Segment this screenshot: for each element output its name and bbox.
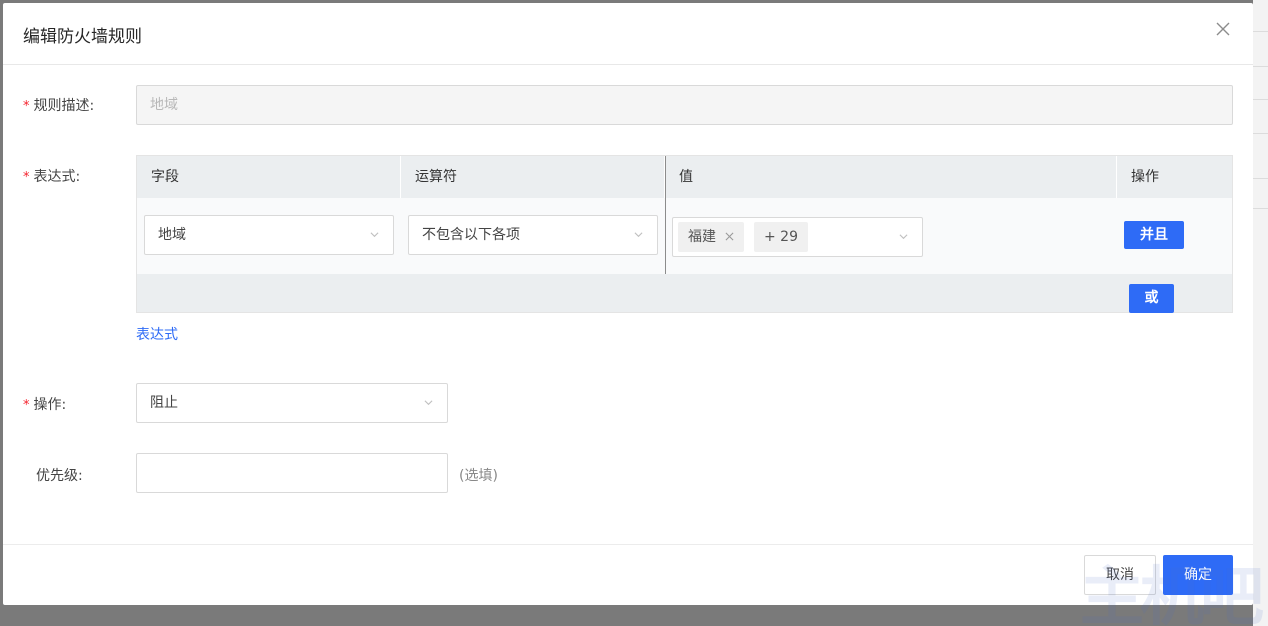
and-button[interactable]: 并且: [1124, 221, 1184, 249]
column-header-field: 字段: [137, 156, 401, 198]
expression-table: 字段 运算符 值 操作 地域 不包含以下各项 福建 + 29 并且 或: [136, 155, 1233, 313]
description-input[interactable]: 地域: [136, 85, 1233, 125]
close-button[interactable]: [1213, 19, 1233, 39]
required-mark: *: [23, 99, 30, 114]
cancel-button[interactable]: 取消: [1084, 555, 1156, 595]
value-tag-label: 福建: [688, 229, 716, 245]
priority-optional-hint: (选填): [459, 468, 498, 484]
expression-label: * 表达式:: [23, 166, 80, 186]
field-select-value: 地域: [158, 227, 186, 243]
priority-input[interactable]: [136, 453, 448, 493]
value-more-tag: + 29: [754, 222, 808, 252]
expression-row: 地域 不包含以下各项 福建 + 29 并且: [137, 198, 1232, 274]
action-label-text: 操作:: [33, 397, 67, 413]
column-header-action: 操作: [1131, 169, 1159, 185]
required-mark: *: [23, 398, 30, 413]
close-icon: [1216, 22, 1230, 36]
dialog-header: 编辑防火墙规则: [3, 3, 1253, 65]
expression-table-header: 字段 运算符 值 操作: [137, 156, 1232, 198]
background-page: [1253, 0, 1268, 626]
expression-label-text: 表达式:: [33, 169, 81, 185]
description-label-text: 规则描述:: [33, 98, 95, 114]
priority-label: 优先级:: [36, 468, 83, 484]
confirm-button[interactable]: 确定: [1163, 555, 1233, 595]
column-divider: [665, 156, 666, 274]
operator-select-value: 不包含以下各项: [422, 227, 520, 243]
expression-table-footer: 或: [137, 274, 1232, 313]
action-label: * 操作:: [23, 394, 66, 414]
close-icon[interactable]: [725, 232, 734, 241]
chevron-down-icon: [370, 232, 379, 238]
field-select[interactable]: 地域: [144, 215, 394, 255]
column-header-operator: 运算符: [401, 156, 665, 198]
footer-divider: [3, 544, 1253, 545]
column-header-value: 值: [665, 156, 1117, 198]
chevron-down-icon: [634, 232, 643, 238]
action-select-value: 阻止: [150, 395, 178, 411]
or-button[interactable]: 或: [1129, 284, 1174, 313]
chevron-down-icon: [424, 400, 433, 406]
required-mark: *: [23, 170, 30, 185]
expression-editor-link[interactable]: 表达式: [136, 324, 178, 344]
value-tag: 福建: [678, 222, 744, 252]
dialog-title: 编辑防火墙规则: [23, 27, 142, 47]
edit-firewall-rule-dialog: 编辑防火墙规则 * 规则描述: 地域 * 表达式: 字段 运算符 值 操作 地域 不…: [3, 3, 1253, 605]
action-select[interactable]: 阻止: [136, 383, 448, 423]
value-multi-select[interactable]: 福建 + 29: [672, 217, 923, 257]
chevron-down-icon: [899, 234, 908, 240]
description-label: * 规则描述:: [23, 95, 94, 115]
operator-select[interactable]: 不包含以下各项: [408, 215, 658, 255]
